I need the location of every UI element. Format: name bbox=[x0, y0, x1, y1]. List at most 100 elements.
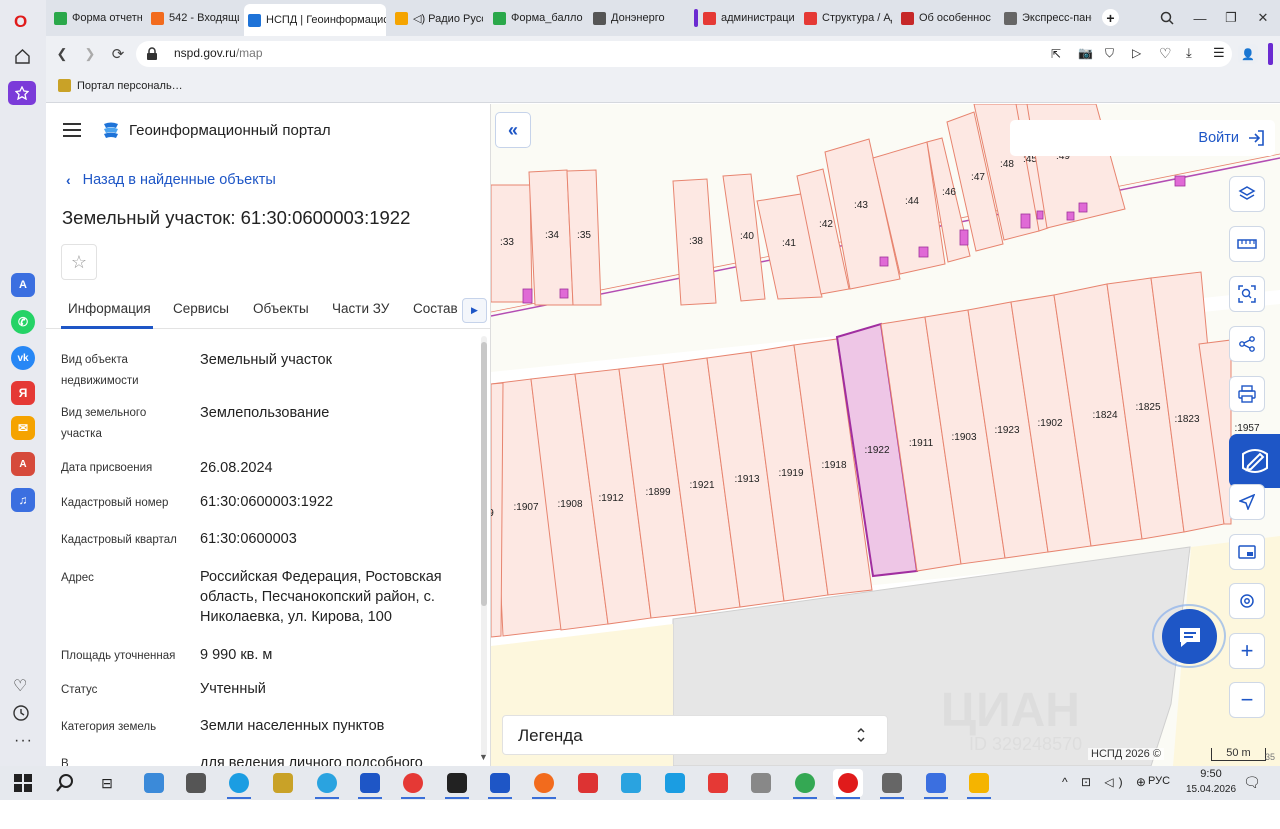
yandex-icon[interactable]: Я bbox=[11, 381, 35, 405]
forward-icon[interactable]: ❯ bbox=[80, 44, 100, 64]
map-parcel[interactable]: 9 bbox=[491, 382, 504, 638]
reload-icon[interactable]: ⟳ bbox=[108, 44, 128, 64]
area-search-button[interactable] bbox=[1229, 276, 1265, 312]
menu-icon[interactable]: ☰ bbox=[1213, 45, 1225, 61]
shield-icon[interactable]: ⛉ bbox=[1105, 46, 1114, 61]
snipping-icon[interactable] bbox=[573, 769, 603, 797]
telegram-icon[interactable] bbox=[312, 769, 342, 799]
settings-icon[interactable] bbox=[181, 769, 211, 797]
sidebar-app-icon[interactable]: A bbox=[11, 273, 35, 297]
share-button[interactable] bbox=[1229, 326, 1265, 362]
outlook-icon[interactable] bbox=[355, 769, 385, 799]
panel-scrollbar[interactable] bbox=[481, 336, 487, 756]
map-canvas[interactable]: :33:34:35:38:40:41:42:43:44:46:47:48:45:… bbox=[491, 104, 1280, 766]
music-icon[interactable]: ♫ bbox=[11, 488, 35, 512]
address-bar[interactable]: nspd.gov.ru/map ⇱ 📷 ⛉ ▷ ♡ ⤓ ☰ 👤 bbox=[136, 41, 1258, 67]
geolocation-button[interactable] bbox=[1229, 583, 1265, 619]
search-icon[interactable] bbox=[50, 769, 80, 797]
browser-tab[interactable]: Донэнерго bbox=[589, 4, 684, 32]
folder-icon[interactable] bbox=[964, 769, 994, 799]
download-icon[interactable]: ⤓ bbox=[1186, 45, 1192, 61]
favorite-star-button[interactable]: ☆ bbox=[61, 244, 97, 280]
browser-tab[interactable]: Форма_балло bbox=[489, 4, 585, 32]
browser-tab[interactable]: Об особеннос bbox=[897, 4, 993, 32]
minimap-button[interactable] bbox=[1229, 534, 1265, 570]
login-button[interactable]: Войти bbox=[1010, 120, 1275, 156]
tray-icons[interactable]: ^ ⊡ ◁) ⊕ bbox=[1062, 775, 1151, 789]
edge-icon[interactable] bbox=[224, 769, 254, 799]
translate-icon[interactable]: A bbox=[11, 452, 35, 476]
clock-time[interactable]: 9:50 bbox=[1191, 768, 1231, 780]
bookmark-item[interactable]: Портал персональ… bbox=[58, 79, 183, 92]
heart-icon[interactable]: ♡ bbox=[1159, 45, 1172, 62]
clock-date[interactable]: 15.04.2026 bbox=[1179, 784, 1243, 795]
browser-tab[interactable]: Экспресс-пане bbox=[1000, 4, 1092, 32]
tab-parts[interactable]: Части ЗУ bbox=[332, 301, 389, 316]
more-icon[interactable]: ··· bbox=[14, 732, 33, 750]
play-icon[interactable]: ▷ bbox=[1132, 46, 1141, 60]
calculator-icon[interactable] bbox=[877, 769, 907, 799]
profile-icon[interactable]: 👤 bbox=[1238, 44, 1258, 64]
internet-explorer-icon[interactable] bbox=[660, 769, 690, 797]
drawing-tool-button[interactable] bbox=[1229, 434, 1280, 488]
tab-objects[interactable]: Объекты bbox=[253, 301, 309, 316]
scroll-down-arrow-icon[interactable]: ▼ bbox=[479, 752, 488, 762]
favorites-icon[interactable]: ♡ bbox=[13, 676, 27, 696]
opera-logo-icon[interactable]: O bbox=[14, 12, 27, 32]
print-button[interactable] bbox=[1229, 376, 1265, 412]
close-window-button[interactable]: ✕ bbox=[1253, 8, 1273, 28]
map-parcel[interactable]: :35 bbox=[566, 169, 602, 306]
app-icon[interactable] bbox=[921, 769, 951, 799]
history-icon[interactable] bbox=[12, 704, 30, 722]
zoom-in-button[interactable]: + bbox=[1229, 633, 1265, 669]
notification-icon[interactable]: 🗨 bbox=[1243, 774, 1261, 791]
firefox-icon[interactable] bbox=[529, 769, 559, 799]
whatsapp-icon[interactable]: ✆ bbox=[11, 310, 35, 334]
browser-tab[interactable]: 542 - Входящи bbox=[147, 4, 239, 32]
vk-icon[interactable]: vk bbox=[11, 346, 35, 370]
opera-icon[interactable] bbox=[833, 769, 863, 799]
legend-button[interactable]: Легенда bbox=[502, 715, 888, 755]
map-parcel[interactable]: :33 bbox=[491, 184, 533, 303]
word-icon[interactable] bbox=[485, 769, 515, 799]
collapse-panel-button[interactable]: « bbox=[495, 112, 531, 148]
tab-composition[interactable]: Состав bbox=[413, 301, 458, 316]
chrome-icon[interactable] bbox=[790, 769, 820, 799]
yandex-browser-icon[interactable] bbox=[398, 769, 428, 799]
tab-services[interactable]: Сервисы bbox=[173, 301, 229, 316]
tabs-scroll-right-button[interactable]: ▶ bbox=[462, 298, 487, 323]
mail-icon[interactable]: ✉ bbox=[11, 416, 35, 440]
browser-tab[interactable]: администраци bbox=[690, 4, 795, 32]
camera-icon[interactable]: 📷 bbox=[1078, 46, 1093, 60]
aria-icon[interactable] bbox=[8, 81, 36, 105]
terminal-icon[interactable] bbox=[442, 769, 472, 799]
zoom-out-button[interactable]: − bbox=[1229, 682, 1265, 718]
map-parcel[interactable]: :34 bbox=[528, 169, 574, 306]
cadastral-map[interactable]: :33:34:35:38:40:41:42:43:44:46:47:48:45:… bbox=[491, 104, 1280, 766]
network-icon[interactable] bbox=[746, 769, 776, 797]
language-indicator[interactable]: РУС bbox=[1148, 775, 1170, 787]
ccleaner-icon[interactable] bbox=[703, 769, 733, 797]
ruler-button[interactable] bbox=[1229, 226, 1265, 262]
home-icon[interactable] bbox=[14, 48, 31, 65]
back-to-results-link[interactable]: ‹ Назад в найденные объекты bbox=[66, 172, 276, 188]
start-button[interactable] bbox=[8, 769, 38, 797]
layers-button[interactable] bbox=[1229, 176, 1265, 212]
browser-tab[interactable]: Структура / Ад bbox=[800, 4, 892, 32]
tab-info[interactable]: Информация bbox=[68, 301, 151, 316]
notepad-icon[interactable] bbox=[616, 769, 646, 797]
browser-tab[interactable]: Форма отчетн bbox=[50, 4, 142, 32]
sidebar-toggle-icon[interactable] bbox=[1268, 43, 1273, 65]
new-tab-button[interactable]: + bbox=[1102, 9, 1119, 26]
chat-button[interactable] bbox=[1162, 609, 1217, 664]
scrollbar-thumb[interactable] bbox=[481, 342, 487, 606]
browser-tab[interactable]: ◁) Радио Русс bbox=[391, 4, 483, 32]
share-icon[interactable]: ⇱ bbox=[1051, 47, 1061, 61]
file-explorer-icon[interactable] bbox=[139, 769, 169, 797]
browser-tab[interactable]: НСПД | Геоинформацис✕ bbox=[244, 4, 386, 36]
paint-icon[interactable] bbox=[268, 769, 298, 797]
task-view-icon[interactable]: ⊟ bbox=[92, 769, 122, 797]
maximize-button[interactable]: ❐ bbox=[1221, 8, 1241, 28]
navigate-button[interactable] bbox=[1229, 484, 1265, 520]
hamburger-menu-icon[interactable] bbox=[63, 123, 81, 137]
